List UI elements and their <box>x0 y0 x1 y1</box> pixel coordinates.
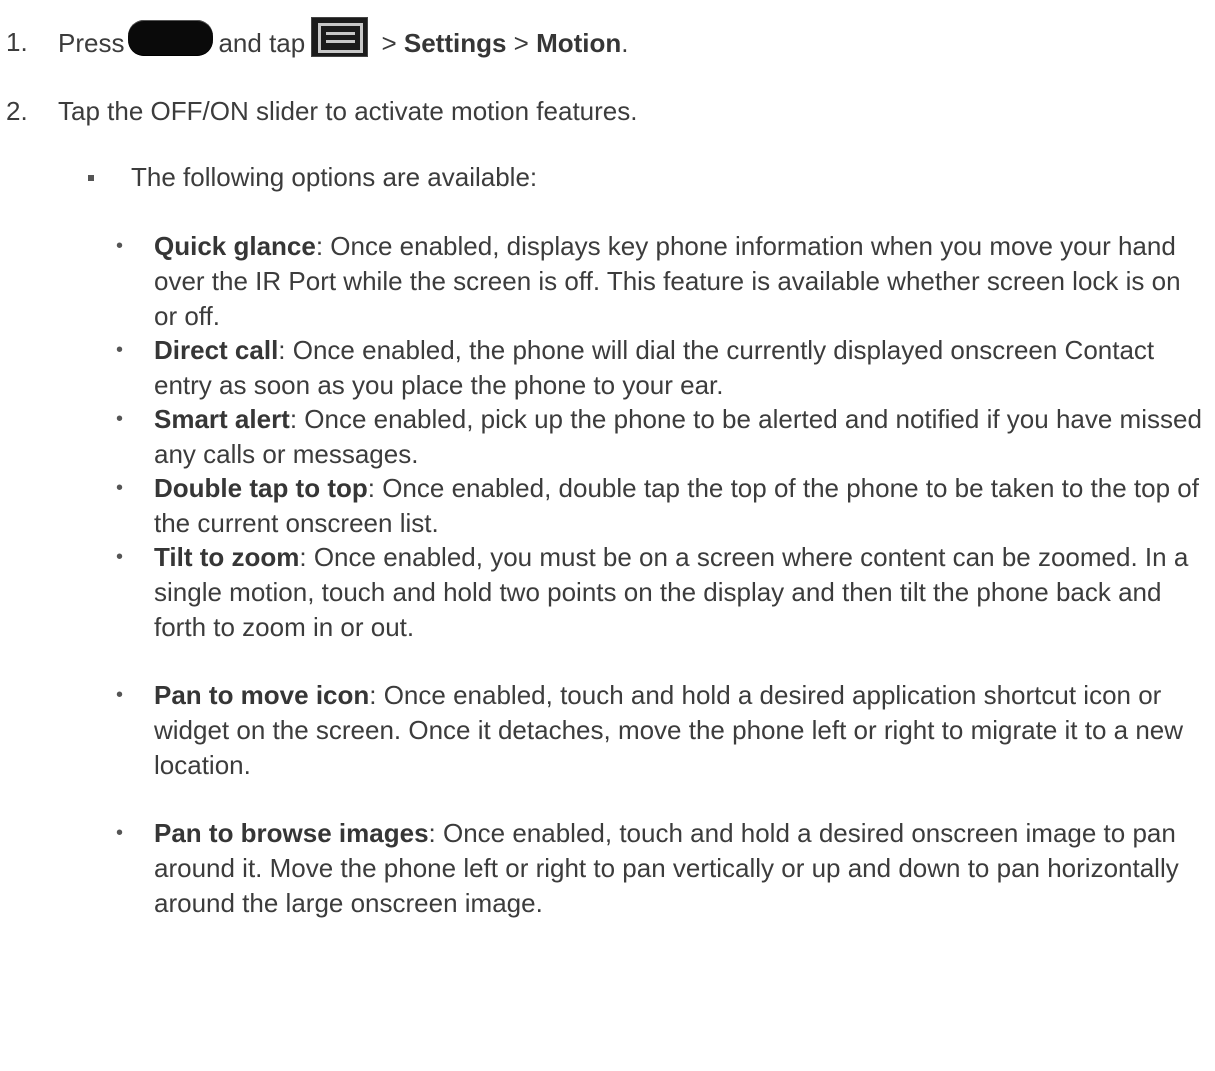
step-text: Press and tap > Settings > Motion. <box>58 17 629 65</box>
option-desc: : Once enabled, pick up the phone to be … <box>154 404 1202 469</box>
option-name: Smart alert <box>154 404 290 434</box>
bullet-dot-icon: • <box>116 822 124 844</box>
option-name: Pan to browse images <box>154 818 429 848</box>
option-name: Quick glance <box>154 231 316 261</box>
press-text: Press <box>58 27 125 58</box>
option-name: Double tap to top <box>154 473 368 503</box>
option-item: • Pan to move icon: Once enabled, touch … <box>116 678 1209 783</box>
option-desc: : Once enabled, the phone will dial the … <box>154 335 1155 400</box>
step-number: 1. <box>6 27 28 57</box>
separator: > <box>374 27 404 58</box>
option-item: • Quick glance: Once enabled, displays k… <box>116 229 1209 334</box>
option-desc: : Once enabled, you must be on a screen … <box>154 542 1189 642</box>
bullet-dot-icon: • <box>116 339 124 361</box>
option-name: Direct call <box>154 335 279 365</box>
bullet-dot-icon: • <box>116 408 124 430</box>
option-item: • Tilt to zoom: Once enabled, you must b… <box>116 540 1209 645</box>
separator: > <box>506 27 537 58</box>
bullet-dot-icon: • <box>116 235 124 257</box>
option-item: • Double tap to top: Once enabled, doubl… <box>116 471 1209 541</box>
option-name: Tilt to zoom <box>154 542 300 572</box>
bullet-dot-icon: • <box>116 477 124 499</box>
sub-bullet-text: The following options are available: <box>131 162 538 192</box>
menu-key-icon <box>311 17 369 57</box>
motion-label: Motion <box>536 27 622 58</box>
option-item: • Smart alert: Once enabled, pick up the… <box>116 402 1209 472</box>
square-bullet-icon <box>88 175 94 181</box>
option-item: • Direct call: Once enabled, the phone w… <box>116 333 1209 403</box>
option-name: Pan to move icon <box>154 680 370 710</box>
option-item: • Pan to browse images: Once enabled, to… <box>116 816 1209 921</box>
home-key-icon <box>128 20 214 56</box>
and-tap-text: and tap <box>218 27 306 58</box>
step-text: Tap the OFF/ON slider to activate motion… <box>58 96 638 126</box>
bullet-dot-icon: • <box>116 546 124 568</box>
step-end: . <box>621 27 629 58</box>
settings-label: Settings <box>403 27 507 58</box>
step-number: 2. <box>6 96 28 126</box>
bullet-dot-icon: • <box>116 684 124 706</box>
